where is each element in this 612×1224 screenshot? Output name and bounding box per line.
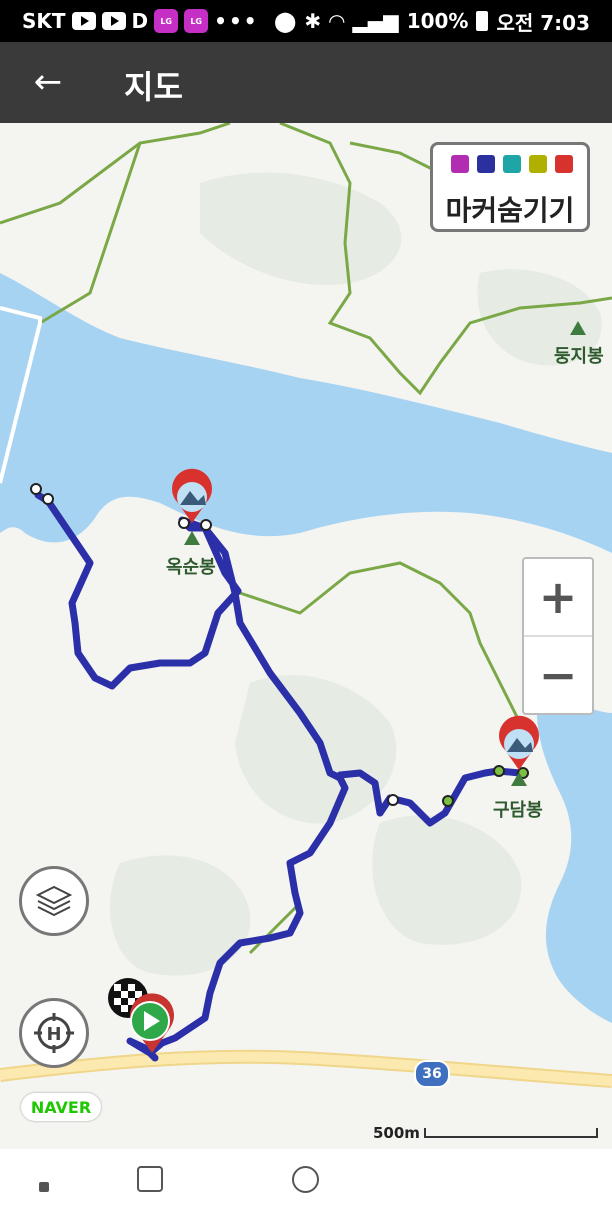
carrier-label: SKT xyxy=(22,9,66,33)
clock: 오전 7:03 xyxy=(496,10,590,35)
peak-label-oksunbong: 옥순봉 xyxy=(166,557,216,578)
map-canvas[interactable] xyxy=(0,123,612,1149)
peak-label-gudambong: 구담봉 xyxy=(493,800,543,821)
memo-marker-icon xyxy=(529,155,547,173)
zoom-in-button[interactable]: + xyxy=(524,559,592,637)
layers-icon xyxy=(35,885,73,917)
crosshair-h-icon: H xyxy=(34,1013,74,1053)
peak-label-dungjibong: 둥지봉 xyxy=(554,346,604,367)
flag-marker-icon xyxy=(555,155,573,173)
battery-icon xyxy=(476,11,489,31)
signal-icon: ▂▄▆ xyxy=(352,9,399,33)
youtube-icon-2 xyxy=(101,12,126,30)
home-icon[interactable] xyxy=(292,1166,319,1193)
location-icon: ⬤ xyxy=(273,9,297,33)
d-app-icon: D xyxy=(131,9,149,33)
more-notifications-icon: ••• xyxy=(214,9,259,33)
layers-button[interactable] xyxy=(19,866,89,936)
recent-apps-icon[interactable] xyxy=(137,1166,163,1192)
wifi-icon: ◠ xyxy=(329,9,345,33)
hide-markers-label: 마커숨기기 xyxy=(445,194,575,227)
camera-marker-icon xyxy=(451,155,469,173)
bluetooth-icon: ✱ xyxy=(304,9,322,33)
scale-bar xyxy=(424,1128,598,1138)
nav-menu-icon[interactable] xyxy=(39,1182,49,1192)
road-number-badge: 36 xyxy=(414,1060,450,1088)
audio-marker-icon xyxy=(503,155,521,173)
naver-attribution: NAVER xyxy=(21,1093,101,1121)
peak-pin-gudambong xyxy=(499,715,539,770)
lg-app-icon-2: LG xyxy=(184,9,209,33)
youtube-icon xyxy=(71,12,96,30)
home-location-button[interactable]: H xyxy=(19,998,89,1068)
lake-east xyxy=(536,683,612,1023)
app-bar: ← 지도 xyxy=(0,42,612,123)
zoom-out-button[interactable]: − xyxy=(524,637,592,713)
back-arrow-icon[interactable]: ← xyxy=(30,64,66,100)
status-bar: SKT D LG LG ••• ⬤ ✱ ◠ ▂▄▆ 100% 오전 7:03 xyxy=(0,0,612,42)
video-marker-icon xyxy=(477,155,495,173)
zoom-control: + − xyxy=(522,557,594,715)
scale-label: 500m xyxy=(373,1124,420,1142)
page-title: 지도 xyxy=(124,68,183,106)
hide-markers-button[interactable]: 마커숨기기 xyxy=(430,142,590,232)
battery-percent: 100% xyxy=(406,9,469,33)
svg-text:H: H xyxy=(46,1024,61,1045)
map-view[interactable]: 둥지봉 옥순봉 구담봉 36 xyxy=(0,123,612,1149)
lg-app-icon: LG xyxy=(154,9,179,33)
